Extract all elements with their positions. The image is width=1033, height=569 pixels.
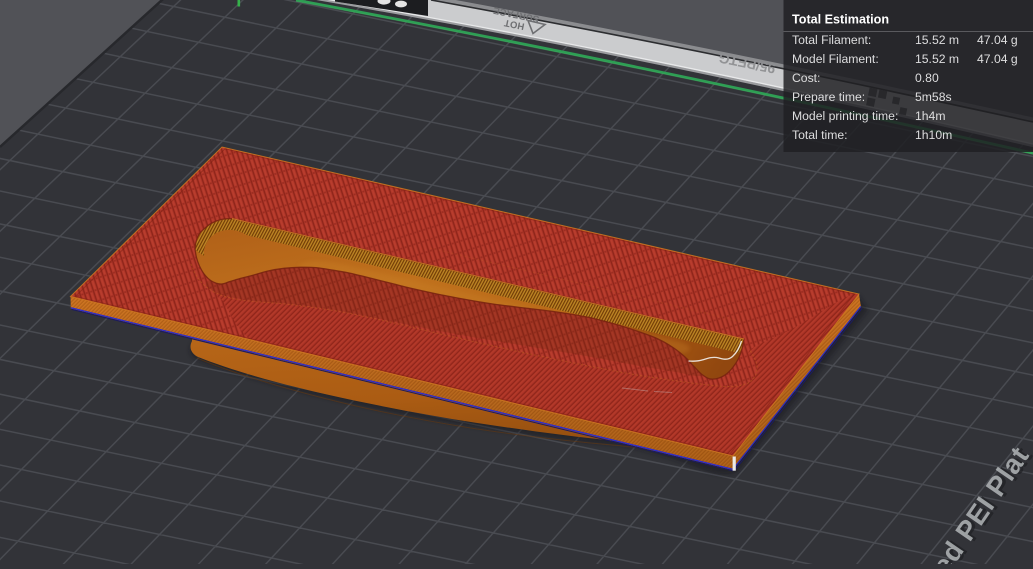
svg-text:0.80: 0.80 [915,71,939,85]
svg-text:Total Filament:: Total Filament: [792,33,871,47]
svg-text:Model printing time:: Model printing time: [792,109,898,123]
svg-text:15.52 m: 15.52 m [915,52,959,66]
svg-text:Total Estimation: Total Estimation [792,13,889,27]
svg-text:15.52 m: 15.52 m [915,33,959,47]
svg-text:47.04 g: 47.04 g [977,33,1018,47]
svg-text:Prepare time:: Prepare time: [792,90,865,104]
svg-text:1h10m: 1h10m [915,128,952,142]
svg-text:Cost:: Cost: [792,71,820,85]
svg-text:5m58s: 5m58s [915,90,952,104]
svg-text:Total time:: Total time: [792,128,848,142]
svg-text:1h4m: 1h4m [915,109,946,123]
svg-text:Model Filament:: Model Filament: [792,52,879,66]
svg-text:47.04 g: 47.04 g [977,52,1018,66]
